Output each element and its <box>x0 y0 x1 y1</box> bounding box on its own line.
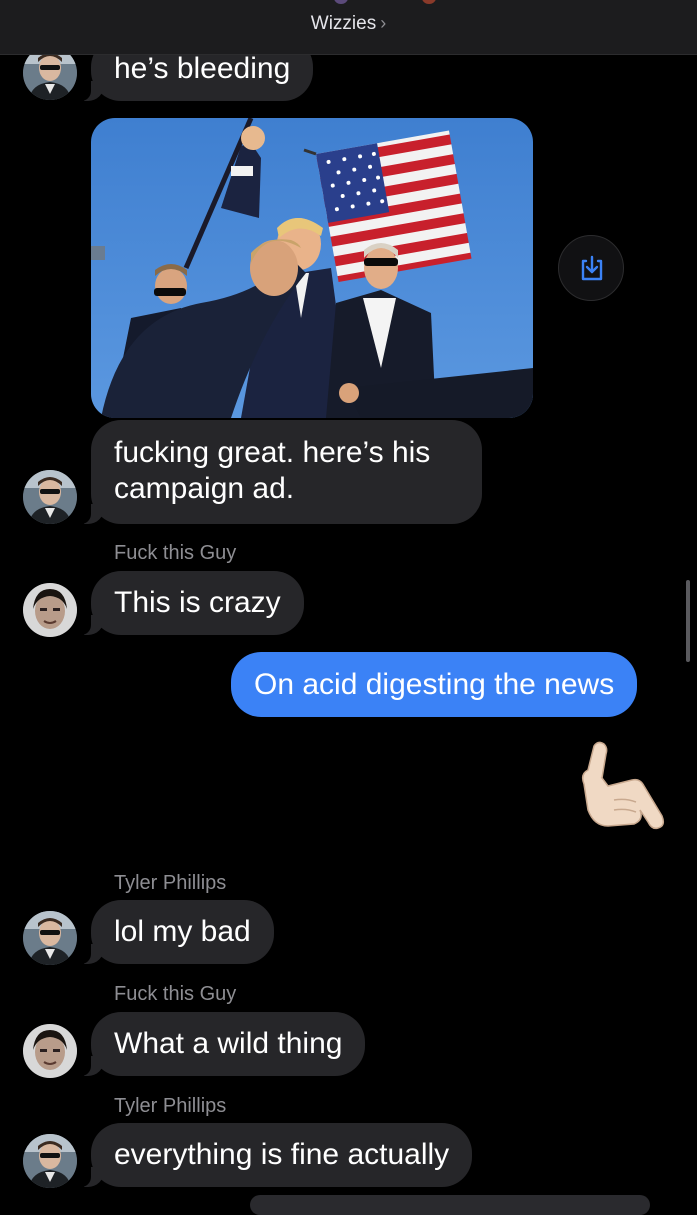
group-avatar-partial <box>334 0 348 4</box>
message-bubble[interactable]: lol my bad <box>77 900 274 964</box>
sent-message-bubble[interactable]: On acid digesting the news <box>231 652 638 717</box>
sender-name: Fuck this Guy <box>114 983 237 1005</box>
sender-name: Fuck this Guy <box>114 542 237 564</box>
message-text: fucking great. here’s his campaign ad. <box>114 436 431 505</box>
download-icon <box>581 255 603 281</box>
message-text: This is crazy <box>114 586 281 619</box>
message-bubble[interactable]: everything is fine actually <box>76 1123 473 1187</box>
avatar-fuck-this-guy[interactable] <box>23 1024 77 1078</box>
message-text: On acid digesting the news <box>254 668 615 701</box>
message-text: What a wild thing <box>114 1027 343 1060</box>
next-message-bubble-partial <box>250 1195 650 1215</box>
group-avatar-partial <box>422 0 436 4</box>
message-bubble[interactable]: fucking great. here’s his campaign ad. <box>77 420 482 524</box>
message-text: lol my bad <box>114 915 251 948</box>
avatar-fuck-this-guy[interactable] <box>23 583 77 637</box>
message-bubble[interactable]: This is crazy <box>77 571 304 635</box>
sender-name: Tyler Phillips <box>114 872 227 894</box>
photo-attachment[interactable] <box>91 118 533 418</box>
call-me-hand-emoji[interactable] <box>574 740 670 836</box>
save-photo-button[interactable] <box>558 235 624 301</box>
sender-name: Tyler Phillips <box>114 1095 227 1117</box>
avatar-tyler[interactable] <box>23 470 77 524</box>
avatar-tyler[interactable] <box>23 1134 77 1188</box>
group-name-label: Wizzies <box>310 13 377 34</box>
conversation-header: Wizzies › <box>0 0 697 55</box>
message-bubble[interactable]: What a wild thing <box>76 1012 366 1076</box>
message-text: everything is fine actually <box>114 1138 450 1171</box>
group-name-button[interactable]: Wizzies › <box>0 13 697 35</box>
scrollbar[interactable] <box>686 580 690 662</box>
message-text: he’s bleeding <box>114 52 291 85</box>
chevron-right-icon: › <box>380 13 387 33</box>
avatar-tyler[interactable] <box>23 911 77 965</box>
